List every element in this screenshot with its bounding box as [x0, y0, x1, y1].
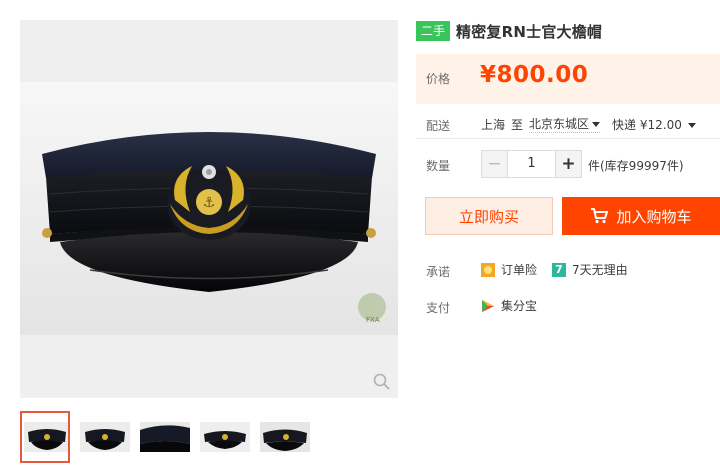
thumbnail-5[interactable]: [260, 411, 310, 463]
quantity-decrease-button[interactable]: −: [482, 151, 508, 177]
destination-text: 北京东城区: [529, 117, 590, 131]
ship-from: 上海: [481, 117, 506, 132]
price-label: 价格: [426, 72, 451, 86]
order-insurance-icon: [481, 262, 495, 277]
jifenbao-icon: [482, 299, 494, 312]
shipping-label: 配送: [426, 119, 451, 133]
product-gallery: ⚓ FXA: [20, 20, 398, 398]
thumbnail-2[interactable]: [80, 411, 130, 463]
product-title: 精密复RN士官大檐帽: [456, 22, 603, 41]
zoom-icon[interactable]: [372, 372, 392, 392]
thumbnail-strip: [20, 411, 400, 465]
used-tag: 二手: [416, 21, 451, 41]
destination-select[interactable]: 北京东城区: [529, 115, 601, 133]
shipping-method-select[interactable]: 快递 ¥12.00: [612, 116, 696, 133]
photo-watermark: FXA: [366, 316, 380, 324]
cart-icon: [591, 208, 609, 224]
payment-method: 集分宝: [481, 297, 537, 314]
thumbnail-1[interactable]: [20, 411, 70, 463]
svg-text:⚓: ⚓: [203, 195, 216, 211]
divider: [416, 138, 720, 139]
buy-now-label: 立即购买: [458, 207, 519, 226]
chevron-down-icon: [687, 122, 696, 128]
quantity-increase-button[interactable]: +: [555, 151, 581, 177]
promise-order-insurance[interactable]: 订单险: [481, 261, 537, 278]
chevron-down-icon: [592, 122, 601, 127]
payment-method-text: 集分宝: [501, 299, 538, 313]
order-insurance-text: 订单险: [501, 263, 538, 277]
buy-now-button[interactable]: 立即购买: [425, 197, 553, 235]
quantity-input[interactable]: 1: [508, 151, 555, 177]
promise-seven-day-return[interactable]: 7 7天无理由: [552, 261, 628, 278]
title-row: 二手 精密复RN士官大檐帽: [416, 20, 602, 42]
shipping-method-text: 快递 ¥12.00: [612, 117, 682, 132]
seven-day-return-text: 7天无理由: [572, 263, 628, 277]
payment-label: 支付: [426, 301, 451, 315]
stock-text: 件(库存99997件): [588, 159, 684, 173]
thumbnail-4[interactable]: [200, 411, 250, 463]
thumbnail-3[interactable]: [140, 411, 190, 463]
price-value: ¥800.00: [480, 62, 589, 88]
main-product-photo[interactable]: ⚓ FXA: [20, 82, 398, 335]
add-to-cart-button[interactable]: 加入购物车: [562, 197, 720, 235]
quantity-label: 数量: [426, 159, 451, 173]
shipping-info: 上海 至 北京东城区 快递 ¥12.00: [481, 115, 696, 133]
seven-day-return-icon: 7: [552, 262, 566, 277]
promise-label: 承诺: [426, 265, 451, 279]
price-box: 价格 ¥800.00: [416, 54, 720, 104]
add-to-cart-label: 加入购物车: [616, 207, 692, 226]
ship-to-word: 至: [511, 117, 524, 132]
quantity-stepper: − 1 +: [481, 150, 582, 178]
